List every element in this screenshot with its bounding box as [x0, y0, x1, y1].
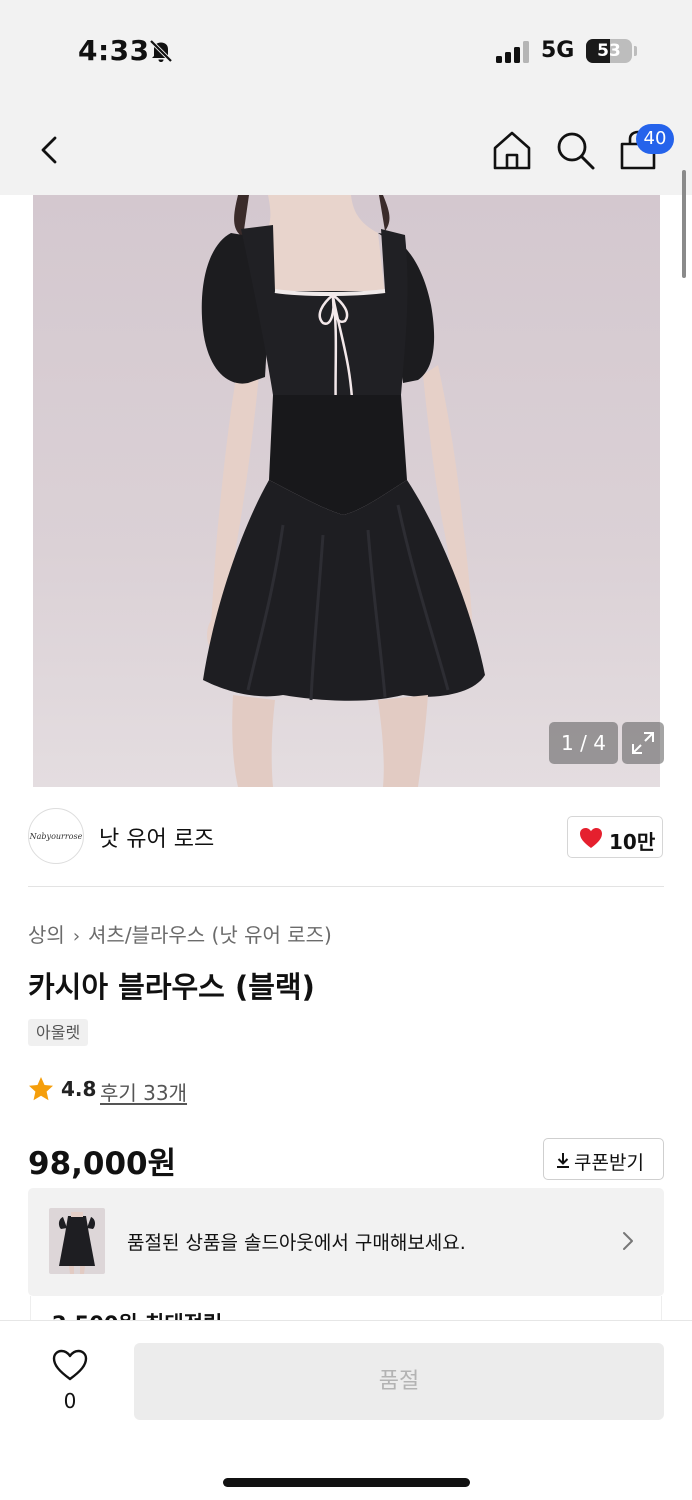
brand-like-count: 10만	[609, 830, 656, 854]
back-icon[interactable]	[30, 130, 70, 170]
brand-name[interactable]: 낫 유어 로즈	[99, 821, 214, 853]
product-price: 98,000원	[28, 1146, 177, 1182]
breadcrumb-subcategory[interactable]: 셔츠/블라우스 (낫 유어 로즈)	[88, 919, 332, 948]
product-image[interactable]	[33, 195, 660, 787]
wishlist-count: 0	[63, 1389, 77, 1413]
top-nav-bar	[0, 100, 692, 195]
status-bar: 4:33 5G 53	[0, 0, 692, 100]
coupon-download-button[interactable]: 쿠폰받기	[543, 1138, 664, 1180]
search-icon[interactable]	[553, 128, 597, 172]
divider	[28, 886, 664, 887]
chevron-right-icon: ›	[72, 926, 81, 947]
product-title: 카시아 블라우스 (블랙)	[28, 970, 315, 1004]
home-indicator	[223, 1478, 470, 1487]
coupon-label: 쿠폰받기	[574, 1152, 644, 1174]
signal-icon	[496, 41, 529, 63]
banner-thumbnail	[49, 1208, 105, 1274]
brand-like-button[interactable]: 10만	[567, 816, 663, 858]
battery-cap	[634, 46, 637, 56]
soldout-banner-text: 품절된 상품을 솔드아웃에서 구매해보세요.	[127, 1232, 466, 1254]
image-counter: 1 / 4	[549, 722, 618, 764]
review-count-link[interactable]: 후기 33개	[100, 1077, 187, 1106]
dress-photo	[201, 195, 485, 787]
status-time: 4:33	[78, 34, 150, 67]
expand-icon[interactable]	[622, 722, 664, 764]
download-icon	[557, 1153, 569, 1168]
heart-outline-icon	[52, 1349, 88, 1381]
outlet-tag: 아울렛	[28, 1019, 89, 1046]
breadcrumb: 상의 › 셔츠/블라우스 (낫 유어 로즈)	[28, 919, 332, 948]
soldout-purchase-button[interactable]: 품절	[134, 1343, 664, 1420]
heart-filled-icon	[580, 828, 602, 848]
battery-icon: 53	[586, 39, 632, 63]
battery-percent: 53	[597, 41, 621, 61]
brand-row[interactable]: Nabyourrose 낫 유어 로즈 10만	[28, 808, 664, 866]
breadcrumb-category[interactable]: 상의	[28, 919, 65, 948]
home-icon[interactable]	[490, 128, 534, 172]
brand-logo[interactable]: Nabyourrose	[28, 808, 84, 864]
star-icon	[29, 1077, 53, 1101]
chevron-right-icon	[623, 1232, 633, 1250]
bell-slash-icon	[149, 39, 173, 63]
cart-count-badge: 40	[636, 124, 674, 154]
network-type: 5G	[541, 38, 575, 63]
wishlist-button[interactable]: 0	[40, 1345, 100, 1415]
bottom-action-bar: 0 품절	[0, 1320, 692, 1500]
scrollbar[interactable]	[682, 170, 686, 278]
rating-value: 4.8	[61, 1077, 97, 1101]
soldout-banner[interactable]: 품절된 상품을 솔드아웃에서 구매해보세요.	[28, 1188, 664, 1296]
